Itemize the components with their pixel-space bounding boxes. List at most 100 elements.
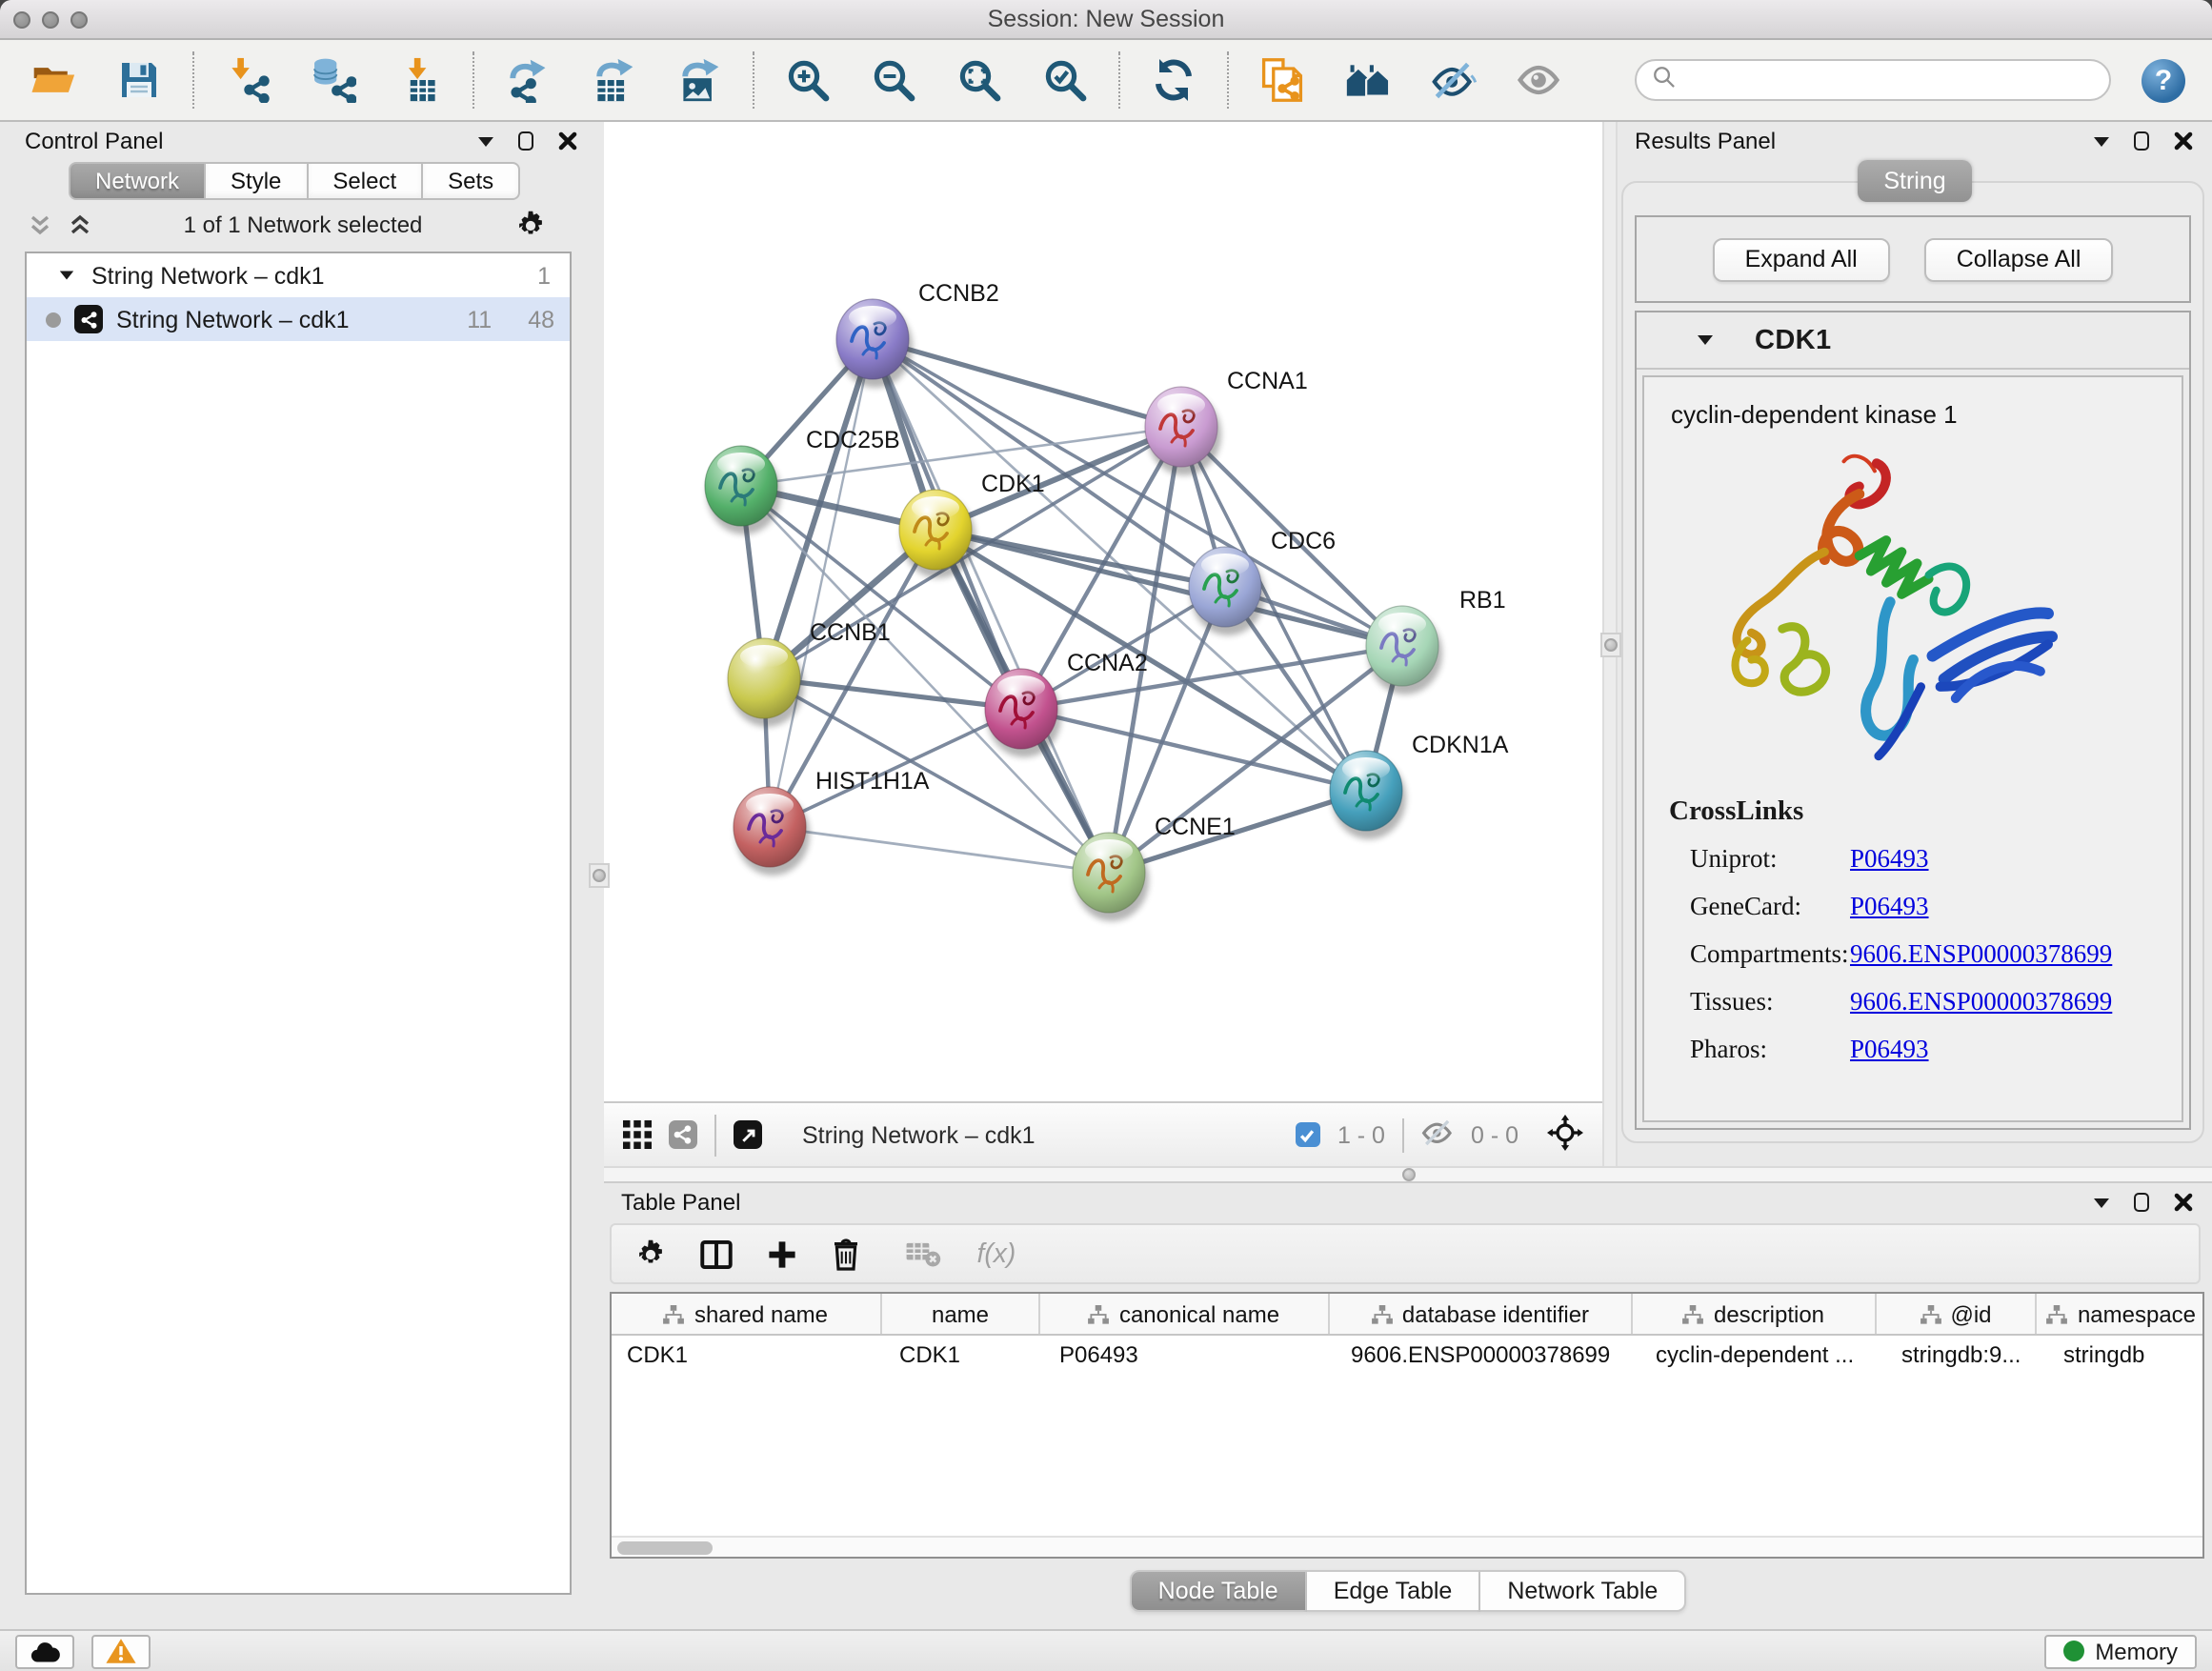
network-edge-ccna2-cdkn1a[interactable] xyxy=(1021,709,1366,791)
node-label-ccne1[interactable]: CCNE1 xyxy=(1155,814,1236,840)
tab-string[interactable]: String xyxy=(1857,160,1972,202)
network-canvas[interactable]: CCNB2 CCNA1 CDC25B CDK1 CDC6 RB1 CCNB1 CCNA2 CDK… xyxy=(604,122,1602,1101)
network-node-cdk1[interactable] xyxy=(899,490,975,578)
open-session-button[interactable] xyxy=(29,55,78,105)
panel-float-menu-icon[interactable] xyxy=(2094,136,2109,146)
first-neighbors-button[interactable] xyxy=(1343,55,1393,105)
collapse-all-networks-icon[interactable] xyxy=(29,213,51,236)
column-header-shared-name[interactable]: shared name xyxy=(612,1294,882,1334)
network-row-selected[interactable]: String Network – cdk1 11 48 xyxy=(27,297,570,341)
collapse-all-button[interactable]: Collapse All xyxy=(1924,237,2114,281)
tab-sets[interactable]: Sets xyxy=(423,162,520,200)
table-cell-description[interactable]: cyclin-dependent ... xyxy=(1640,1341,1886,1368)
zoom-out-button[interactable] xyxy=(869,55,918,105)
expand-all-networks-icon[interactable] xyxy=(69,213,91,236)
control-network-splitter[interactable] xyxy=(596,122,604,1629)
uniprot-link[interactable]: P06493 xyxy=(1850,844,1929,875)
tissues-link[interactable]: 9606.ENSP00000378699 xyxy=(1850,987,2112,1017)
node-label-cdc6[interactable]: CDC6 xyxy=(1271,528,1336,554)
zoom-fit-button[interactable] xyxy=(955,55,1004,105)
memory-button[interactable]: Memory xyxy=(2043,1634,2197,1668)
node-label-rb1[interactable]: RB1 xyxy=(1459,587,1506,614)
table-cell-shared-name[interactable]: CDK1 xyxy=(612,1341,884,1368)
node-label-ccna2[interactable]: CCNA2 xyxy=(1067,650,1148,676)
network-collection-row[interactable]: String Network – cdk1 1 xyxy=(27,253,570,297)
network-node-cdc25b[interactable] xyxy=(705,446,781,534)
import-network-from-database-button[interactable] xyxy=(309,55,358,105)
node-label-ccnb1[interactable]: CCNB1 xyxy=(810,619,891,646)
panel-float-icon[interactable] xyxy=(2134,1193,2149,1212)
tab-network[interactable]: Network xyxy=(69,162,206,200)
network-node-rb1[interactable] xyxy=(1366,606,1442,695)
column-header-name[interactable]: name xyxy=(882,1294,1040,1334)
panel-float-icon[interactable] xyxy=(2134,131,2149,151)
splitter-handle[interactable] xyxy=(1401,1168,1415,1181)
grid-view-icon[interactable] xyxy=(623,1120,652,1149)
new-network-from-selection-button[interactable] xyxy=(1257,55,1307,105)
node-label-ccna1[interactable]: CCNA1 xyxy=(1227,368,1308,394)
network-node-hist1h1a[interactable] xyxy=(734,787,810,876)
export-table-button[interactable] xyxy=(589,55,638,105)
table-cell-database-identifier[interactable]: 9606.ENSP00000378699 xyxy=(1336,1341,1640,1368)
show-all-button[interactable] xyxy=(1515,55,1564,105)
compartments-link[interactable]: 9606.ENSP00000378699 xyxy=(1850,939,2112,970)
network-node-ccna2[interactable] xyxy=(985,669,1061,757)
network-node-ccne1[interactable] xyxy=(1073,833,1149,921)
node-label-cdk1[interactable]: CDK1 xyxy=(981,471,1045,497)
apply-preferred-layout-button[interactable] xyxy=(1149,55,1198,105)
table-cell-namespace[interactable]: stringdb xyxy=(2048,1341,2204,1368)
column-header-database-identifier[interactable]: database identifier xyxy=(1330,1294,1633,1334)
network-edge-cdkn1a-ccne1[interactable] xyxy=(1109,791,1366,873)
column-header-namespace[interactable]: namespace xyxy=(2037,1294,2204,1334)
pharos-link[interactable]: P06493 xyxy=(1850,1035,1929,1065)
selected-items-checkbox[interactable] xyxy=(1296,1122,1320,1147)
section-collapse-icon[interactable] xyxy=(1698,335,1713,345)
splitter-handle[interactable] xyxy=(589,863,610,888)
panel-float-icon[interactable] xyxy=(518,131,533,151)
column-header-canonical-name[interactable]: canonical name xyxy=(1040,1294,1330,1334)
table-horizontal-scrollbar[interactable] xyxy=(612,1536,2202,1557)
table-options-gear-icon[interactable] xyxy=(634,1238,667,1270)
panel-close-icon[interactable] xyxy=(2174,131,2193,151)
import-table-from-file-button[interactable] xyxy=(394,55,444,105)
network-options-gear-icon[interactable] xyxy=(514,209,547,241)
tab-edge-table[interactable]: Edge Table xyxy=(1307,1570,1481,1612)
network-node-ccna1[interactable] xyxy=(1145,387,1221,475)
column-header-id[interactable]: @id xyxy=(1877,1294,2037,1334)
node-label-ccnb2[interactable]: CCNB2 xyxy=(918,280,999,307)
zoom-selected-button[interactable] xyxy=(1040,55,1090,105)
cloud-status-button[interactable] xyxy=(15,1634,74,1668)
search-field[interactable] xyxy=(1635,59,2111,101)
genecard-link[interactable]: P06493 xyxy=(1850,892,1929,922)
network-results-splitter[interactable] xyxy=(1602,122,1618,1166)
network-overview-icon[interactable] xyxy=(669,1120,697,1149)
zoom-in-button[interactable] xyxy=(783,55,833,105)
panel-float-menu-icon[interactable] xyxy=(2094,1198,2109,1207)
splitter-handle[interactable] xyxy=(1600,633,1621,657)
network-edge-ccnb2-hist1h1a[interactable] xyxy=(770,339,873,827)
warning-status-button[interactable] xyxy=(91,1634,151,1668)
collection-expand-icon[interactable] xyxy=(60,272,73,280)
node-label-cdc25b[interactable]: CDC25B xyxy=(806,427,900,453)
panel-close-icon[interactable] xyxy=(2174,1193,2193,1212)
tab-select[interactable]: Select xyxy=(308,162,423,200)
node-label-cdkn1a[interactable]: CDKN1A xyxy=(1412,732,1509,758)
table-cell-canonical-name[interactable]: P06493 xyxy=(1044,1341,1336,1368)
export-network-button[interactable] xyxy=(503,55,553,105)
show-columns-icon[interactable] xyxy=(699,1238,734,1270)
tab-node-table[interactable]: Node Table xyxy=(1130,1570,1307,1612)
save-session-button[interactable] xyxy=(114,55,164,105)
help-button[interactable]: ? xyxy=(2142,58,2185,102)
expand-all-button[interactable]: Expand All xyxy=(1713,237,1890,281)
delete-column-trash-icon[interactable] xyxy=(831,1237,861,1271)
birds-eye-toggle-icon[interactable] xyxy=(1547,1114,1583,1156)
export-image-button[interactable] xyxy=(674,55,724,105)
create-column-icon[interactable] xyxy=(766,1238,798,1270)
network-edge-ccnb2-rb1[interactable] xyxy=(873,339,1402,646)
panel-close-icon[interactable] xyxy=(558,131,577,151)
detach-view-icon[interactable] xyxy=(734,1120,762,1149)
scrollbar-thumb[interactable] xyxy=(617,1540,713,1554)
panel-float-menu-icon[interactable] xyxy=(478,136,493,146)
network-node-ccnb2[interactable] xyxy=(836,299,913,388)
hide-selected-button[interactable] xyxy=(1429,55,1478,105)
